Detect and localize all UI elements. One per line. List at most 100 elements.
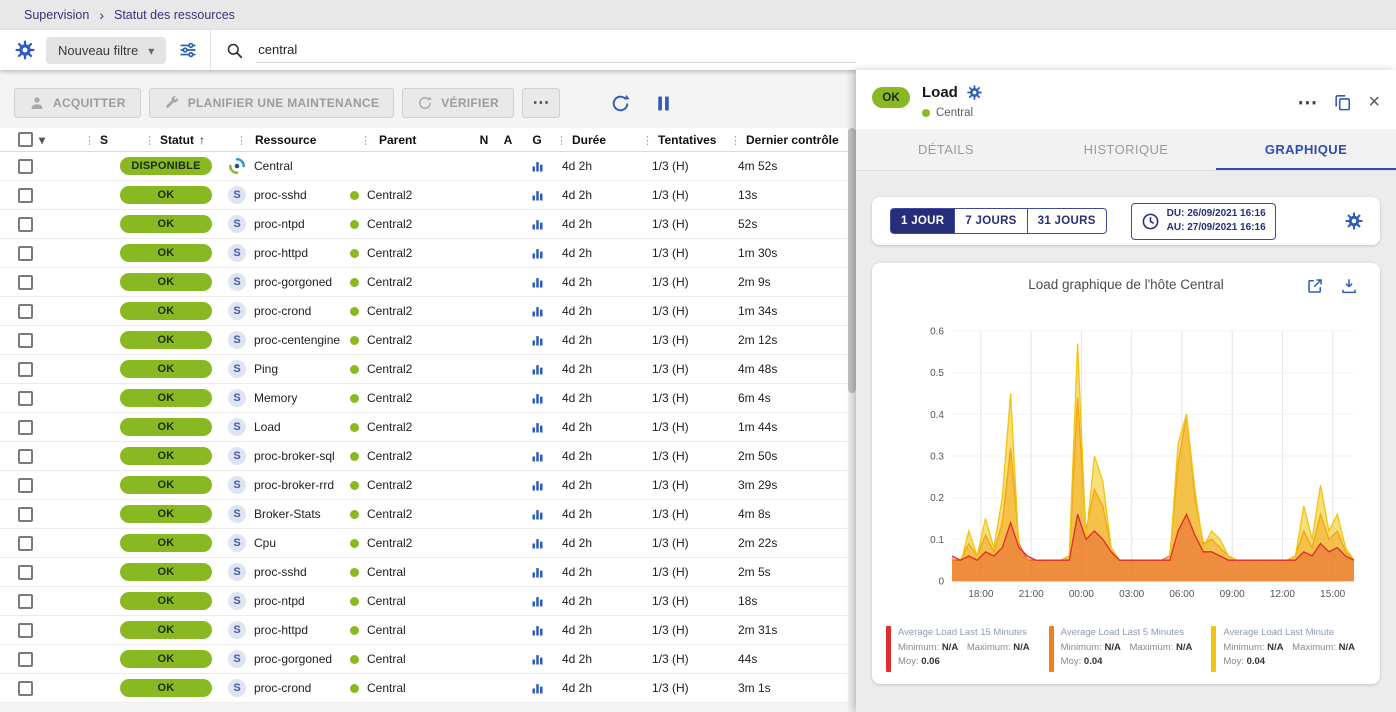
row-checkbox[interactable] <box>18 217 33 232</box>
breadcrumb-resource-status[interactable]: Statut des ressources <box>114 8 235 22</box>
custom-time-range[interactable]: DU: 26/09/2021 16:16 AU: 27/09/2021 16:1… <box>1131 203 1276 240</box>
breadcrumb-supervision[interactable]: Supervision <box>24 8 89 22</box>
table-row[interactable]: OK S proc-gorgoned Central 4d 2h 1/3 (H)… <box>0 645 852 674</box>
row-checkbox[interactable] <box>18 594 33 609</box>
parent-name[interactable]: Central2 <box>367 304 412 318</box>
scrollbar-thumb[interactable] <box>848 128 856 393</box>
vertical-scrollbar[interactable] <box>848 70 856 712</box>
column-header-action[interactable]: A <box>504 133 513 147</box>
parent-name[interactable]: Central2 <box>367 478 412 492</box>
row-checkbox[interactable] <box>18 246 33 261</box>
row-checkbox[interactable] <box>18 507 33 522</box>
parent-name[interactable]: Central2 <box>367 420 412 434</box>
refresh-list-button[interactable] <box>610 93 631 114</box>
panel-more-icon[interactable] <box>1297 90 1317 115</box>
column-header-last-check[interactable]: Dernier contrôle <box>746 133 839 147</box>
row-checkbox[interactable] <box>18 362 33 377</box>
parent-name[interactable]: Central <box>367 681 406 695</box>
row-checkbox[interactable] <box>18 159 33 174</box>
check-button[interactable]: VÉRIFIER <box>402 88 514 118</box>
table-row[interactable]: OK S Cpu Central2 4d 2h 1/3 (H) 2m 22s <box>0 529 852 558</box>
resource-name[interactable]: proc-httpd <box>254 623 308 637</box>
graph-icon[interactable] <box>530 362 545 377</box>
acknowledge-button[interactable]: ACQUITTER <box>14 88 141 118</box>
tab-details[interactable]: DÉTAILS <box>856 129 1036 170</box>
graph-icon[interactable] <box>530 217 545 232</box>
table-row[interactable]: OK S Load Central2 4d 2h 1/3 (H) 1m 44s <box>0 413 852 442</box>
table-row[interactable]: OK S proc-crond Central2 4d 2h 1/3 (H) 1… <box>0 297 852 326</box>
column-drag-icon[interactable] <box>642 133 653 147</box>
row-checkbox[interactable] <box>18 333 33 348</box>
table-row[interactable]: DISPONIBLE S Central 4d 2h 1/3 (H) 4m 52… <box>0 152 852 181</box>
resource-name[interactable]: proc-sshd <box>254 188 307 202</box>
column-header-resource[interactable]: Ressource <box>255 133 316 147</box>
column-header-tries[interactable]: Tentatives <box>658 133 716 147</box>
graph-icon[interactable] <box>530 188 545 203</box>
tab-graphique[interactable]: GRAPHIQUE <box>1216 129 1396 170</box>
resource-name[interactable]: proc-ntpd <box>254 217 305 231</box>
search-input[interactable] <box>256 37 856 63</box>
column-header-graph[interactable]: G <box>532 133 541 147</box>
resource-name[interactable]: proc-gorgoned <box>254 275 332 289</box>
column-drag-icon[interactable] <box>84 133 95 147</box>
parent-name[interactable]: Central2 <box>367 275 412 289</box>
resource-name[interactable]: proc-httpd <box>254 246 308 260</box>
download-icon[interactable] <box>1340 277 1358 295</box>
table-row[interactable]: OK S proc-httpd Central 4d 2h 1/3 (H) 2m… <box>0 616 852 645</box>
graph-icon[interactable] <box>530 246 545 261</box>
table-row[interactable]: OK S proc-crond Central 4d 2h 1/3 (H) 3m… <box>0 674 852 703</box>
row-checkbox[interactable] <box>18 536 33 551</box>
resource-name[interactable]: proc-ntpd <box>254 594 305 608</box>
resource-name[interactable]: proc-centengine <box>254 333 340 347</box>
time-range-7-jours[interactable]: 7 JOURS <box>955 208 1027 234</box>
graph-icon[interactable] <box>530 391 545 406</box>
filter-select[interactable]: Nouveau filtre <box>46 37 166 64</box>
select-menu-caret-icon[interactable] <box>39 133 45 147</box>
row-checkbox[interactable] <box>18 565 33 580</box>
panel-subtitle[interactable]: Central <box>936 107 973 119</box>
row-checkbox[interactable] <box>18 188 33 203</box>
column-drag-icon[interactable] <box>730 133 741 147</box>
time-range-31-jours[interactable]: 31 JOURS <box>1028 208 1107 234</box>
table-row[interactable]: OK S proc-sshd Central 4d 2h 1/3 (H) 2m … <box>0 558 852 587</box>
column-drag-icon[interactable] <box>360 133 371 147</box>
row-checkbox[interactable] <box>18 420 33 435</box>
row-checkbox[interactable] <box>18 623 33 638</box>
graph-icon[interactable] <box>530 478 545 493</box>
row-checkbox[interactable] <box>18 478 33 493</box>
row-checkbox[interactable] <box>18 449 33 464</box>
table-row[interactable]: OK S proc-ntpd Central2 4d 2h 1/3 (H) 52… <box>0 210 852 239</box>
resource-name[interactable]: proc-gorgoned <box>254 652 332 666</box>
parent-name[interactable]: Central2 <box>367 449 412 463</box>
resource-name[interactable]: Load <box>254 420 281 434</box>
resource-name[interactable]: Central <box>254 159 293 173</box>
parent-name[interactable]: Central2 <box>367 333 412 347</box>
parent-name[interactable]: Central2 <box>367 507 412 521</box>
graph-icon[interactable] <box>530 304 545 319</box>
parent-name[interactable]: Central2 <box>367 188 412 202</box>
table-row[interactable]: OK S proc-gorgoned Central2 4d 2h 1/3 (H… <box>0 268 852 297</box>
graph-icon[interactable] <box>530 681 545 696</box>
table-row[interactable]: OK S Ping Central2 4d 2h 1/3 (H) 4m 48s <box>0 355 852 384</box>
select-all-checkbox[interactable] <box>18 132 33 147</box>
parent-name[interactable]: Central <box>367 565 406 579</box>
column-header-parent[interactable]: Parent <box>379 133 416 147</box>
parent-name[interactable]: Central <box>367 652 406 666</box>
parent-name[interactable]: Central <box>367 623 406 637</box>
resource-name[interactable]: proc-crond <box>254 681 311 695</box>
column-drag-icon[interactable] <box>236 133 247 147</box>
table-row[interactable]: OK S Memory Central2 4d 2h 1/3 (H) 6m 4s <box>0 384 852 413</box>
graph-icon[interactable] <box>530 333 545 348</box>
parent-name[interactable]: Central2 <box>367 362 412 376</box>
table-row[interactable]: OK S proc-httpd Central2 4d 2h 1/3 (H) 1… <box>0 239 852 268</box>
graph-icon[interactable] <box>530 623 545 638</box>
resource-name[interactable]: proc-broker-sql <box>254 449 335 463</box>
table-row[interactable]: OK S proc-sshd Central2 4d 2h 1/3 (H) 13… <box>0 181 852 210</box>
plan-maintenance-button[interactable]: PLANIFIER UNE MAINTENANCE <box>149 88 395 118</box>
resource-name[interactable]: Cpu <box>254 536 276 550</box>
row-checkbox[interactable] <box>18 681 33 696</box>
service-settings-gear-icon[interactable] <box>966 84 983 101</box>
graph-icon[interactable] <box>530 565 545 580</box>
table-row[interactable]: OK S proc-ntpd Central 4d 2h 1/3 (H) 18s <box>0 587 852 616</box>
row-checkbox[interactable] <box>18 275 33 290</box>
